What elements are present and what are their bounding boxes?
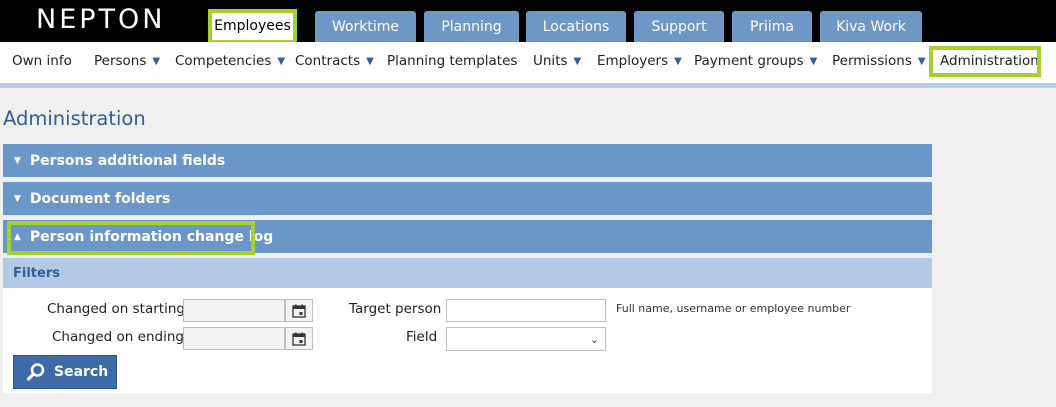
chevron-down-icon: ⌄ xyxy=(589,333,599,346)
tab-employees-highlight xyxy=(208,9,297,44)
filters-title: Filters xyxy=(13,265,60,281)
subnav-permissions[interactable]: Permissions ▼ xyxy=(832,53,926,69)
changed-on-ending-input[interactable] xyxy=(183,327,285,350)
chevron-down-icon: ▼ xyxy=(366,55,374,67)
section-document-folders-label: Document folders xyxy=(29,190,171,207)
target-person-input[interactable] xyxy=(446,299,606,322)
field-label: Field xyxy=(406,329,438,345)
search-button[interactable]: Search xyxy=(13,355,117,389)
subnav-own-info[interactable]: Own info xyxy=(12,53,72,69)
search-button-label: Search xyxy=(54,364,109,380)
subnav-employers[interactable]: Employers ▼ xyxy=(597,53,682,69)
filters-header: Filters xyxy=(3,258,932,288)
subnav-competencies-label: Competencies xyxy=(175,53,272,69)
subnav-own-info-label: Own info xyxy=(12,53,72,69)
subnav-permissions-label: Permissions xyxy=(832,53,912,69)
page-title: Administration xyxy=(3,107,146,130)
chevron-down-icon: ▼ xyxy=(674,55,682,67)
field-select[interactable]: ⌄ xyxy=(446,327,606,351)
chevron-down-icon: ▼ xyxy=(809,55,818,67)
subnav-persons-label: Persons xyxy=(94,53,147,69)
calendar-button-start[interactable] xyxy=(285,299,313,322)
change-log-highlight xyxy=(7,221,255,255)
subnav-contracts[interactable]: Contracts ▼ xyxy=(295,53,374,69)
tab-planning[interactable]: Planning xyxy=(424,11,519,42)
tab-support[interactable]: Support xyxy=(634,11,724,42)
section-persons-additional-fields-label: Persons additional fields xyxy=(29,152,226,169)
changed-on-starting-input[interactable] xyxy=(183,299,285,322)
subnav-units-label: Units xyxy=(533,53,568,69)
subnav-units[interactable]: Units ▼ xyxy=(533,53,581,69)
calendar-icon xyxy=(292,332,306,346)
changed-on-starting-label: Changed on starting xyxy=(47,301,185,317)
subnav-planning-templates-label: Planning templates xyxy=(387,53,518,69)
subnav-planning-templates[interactable]: Planning templates xyxy=(387,53,517,69)
section-document-folders[interactable]: ▼ Document folders xyxy=(3,182,932,215)
caret-down-icon: ▼ xyxy=(14,155,21,166)
tab-locations[interactable]: Locations xyxy=(526,11,626,42)
changed-on-ending-label: Changed on ending xyxy=(52,329,184,345)
subnav-payment-groups[interactable]: Payment groups ▼ xyxy=(694,53,817,69)
subnav-payment-groups-label: Payment groups xyxy=(694,53,804,69)
subnav-competencies[interactable]: Competencies ▼ xyxy=(175,53,285,69)
tab-worktime[interactable]: Worktime xyxy=(315,11,416,42)
calendar-button-end[interactable] xyxy=(285,327,313,350)
chevron-down-icon: ▼ xyxy=(152,55,161,67)
calendar-icon xyxy=(292,304,306,318)
search-icon xyxy=(26,363,45,381)
target-person-label: Target person xyxy=(349,301,442,317)
tab-priima[interactable]: Priima xyxy=(732,11,812,42)
caret-down-icon: ▼ xyxy=(14,193,21,204)
section-persons-additional-fields[interactable]: ▼ Persons additional fields xyxy=(3,144,932,177)
chevron-down-icon: ▼ xyxy=(573,55,582,67)
chevron-down-icon: ▼ xyxy=(917,55,926,67)
sub-navigation-divider xyxy=(0,83,1056,88)
tab-kiva-work[interactable]: Kiva Work xyxy=(820,11,922,42)
subnav-persons[interactable]: Persons ▼ xyxy=(94,53,160,69)
subnav-administration-highlight xyxy=(929,46,1041,77)
nepton-logo: NEPTON xyxy=(36,4,166,35)
chevron-down-icon: ▼ xyxy=(277,55,286,67)
target-person-hint: Full name, username or employee number xyxy=(616,302,851,315)
subnav-contracts-label: Contracts xyxy=(295,53,361,69)
subnav-employers-label: Employers xyxy=(597,53,669,69)
